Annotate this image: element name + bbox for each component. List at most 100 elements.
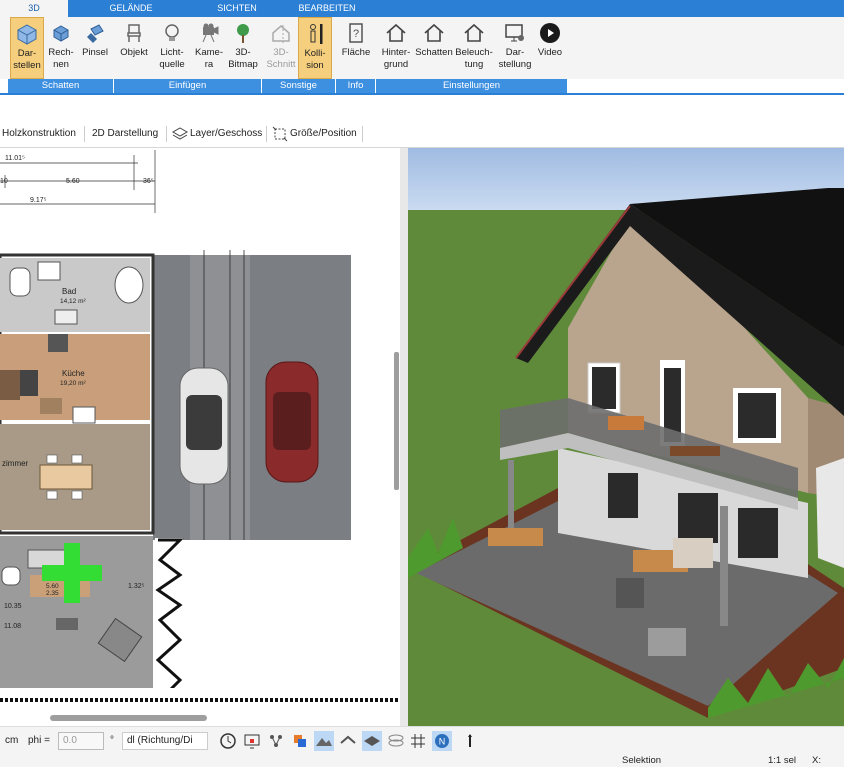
terrain-icon[interactable] [314,731,334,751]
kamera-label: Kame- ra [195,47,223,70]
room-bad-name: Bad [62,287,76,296]
area-info-icon: ? [349,23,363,43]
tab-gelaende[interactable]: GELÄNDE [92,0,170,17]
lightbulb-icon [165,24,179,41]
car-white-topview[interactable] [179,367,229,485]
flaeche-button[interactable]: ? Fläche [338,17,374,79]
stack-icon[interactable] [386,731,406,751]
darstellen-label: Dar- stellen [13,48,41,71]
layer-geschoss-button[interactable]: Layer/Geschoss [190,122,262,146]
view-3d[interactable] [408,148,844,726]
phi-input[interactable]: 0.0 [58,732,104,750]
panel-splitter[interactable] [400,148,408,726]
pinsel-button[interactable]: Pinsel [78,17,112,79]
car-red-topview[interactable] [265,361,319,483]
section-cut-icon [272,25,290,43]
floor-plan-2d-view[interactable]: 11.01⁵ 10 5.60 36⁵ 9.17⁵ Bad 14,12 m² Kü… [0,148,400,713]
roof-icon[interactable] [338,731,358,751]
objekt-label: Objekt [120,47,148,58]
size-position-icon [272,126,288,142]
plan-dimension-7: 10.35 [4,603,22,610]
plan-dimension-1: 11.01⁵ [5,155,25,162]
beleuchtung-button[interactable]: Beleuch- tung [454,17,494,79]
secondary-toolbar: Holzkonstruktion 2D Darstellung Layer/Ge… [0,122,844,146]
plan-dimension-8: 11.08 [4,623,21,630]
phi-label: phi = [28,735,50,746]
video-label: Video [537,47,563,58]
video-button[interactable]: Video [534,17,566,79]
schnitt-button[interactable]: 3D- Schnitt [264,17,298,79]
render-cube-icon [53,25,69,42]
lichtquelle-label: Licht- quelle [159,47,185,70]
flaeche-label: Fläche [341,47,371,58]
clock-icon[interactable] [218,731,238,751]
schnitt-label: 3D- Schnitt [266,47,296,70]
status-scale: 1:1 sel [768,755,796,766]
cube-icon [17,24,37,45]
layers-color-icon[interactable] [290,731,310,751]
tab-bearbeiten[interactable]: BEARBEITEN [290,0,364,17]
plan-vertical-scrollbar[interactable] [394,352,399,490]
lichtquelle-button[interactable]: Licht- quelle [152,17,192,79]
darstellung-2d-button[interactable]: 2D Darstellung [92,122,158,146]
collision-person-icon [310,24,323,44]
grill [616,578,644,608]
house-3d-render[interactable] [408,148,844,726]
plane-icon[interactable] [362,731,382,751]
direction-dropdown[interactable]: dl (Richtung/Di [122,732,208,750]
room-kueche-area: 19,20 m² [60,380,86,387]
network-icon[interactable] [266,731,286,751]
rechnen-label: Rech- nen [48,47,74,70]
kollision-button[interactable]: Kolli- sion [298,17,332,79]
objekt-button[interactable]: Objekt [116,17,152,79]
vertical-axis-icon[interactable] [460,731,480,751]
svg-text:?: ? [353,28,359,40]
group-sonstige: Sonstige [262,79,336,93]
lounge-chair [648,628,686,656]
ribbon-group-row: Schatten Einfügen Sonstige Info Einstell… [0,79,844,93]
toolbar-separator [266,126,267,142]
monitor-icon[interactable] [242,731,262,751]
pinsel-label: Pinsel [82,47,108,58]
plan-dimension-6: 1.32⁵ [128,583,145,590]
house-lighting-icon [464,23,484,42]
plan-dimension-2: 10 [0,178,8,185]
darstellung-label: Dar- stellung [498,47,532,70]
room-kueche-name: Küche [62,369,85,378]
svg-text:N: N [439,737,446,747]
ribbon-tab-bar: 3D GELÄNDE SICHTEN BEARBEITEN [0,0,844,17]
hintergrund-button[interactable]: Hinter- grund [378,17,414,79]
plan-dimension-5: 9.17⁵ [30,197,47,204]
layers-icon [172,127,188,140]
status-selektion: Selektion [622,755,662,766]
kamera-button[interactable]: Kame- ra [192,17,226,79]
tab-sichten[interactable]: SICHTEN [200,0,274,17]
status-bar: Selektion 1:1 sel X: [0,754,844,767]
ribbon: Dar- stellen Rech- nen Pinsel Objekt Lic… [0,17,844,79]
bitmap-button[interactable]: 3D- Bitmap [226,17,260,79]
terrace-dim-1: 5.60 [46,583,59,590]
north-icon[interactable]: N [432,731,452,751]
room-zimmer-name: zimmer [2,459,29,468]
groesse-position-button[interactable]: Größe/Position [290,122,357,146]
floor-plan-canvas[interactable]: 11.01⁵ 10 5.60 36⁵ 9.17⁵ Bad 14,12 m² Kü… [0,148,400,713]
tab-3d[interactable]: 3D [0,0,68,17]
group-info: Info [336,79,376,93]
group-schatten: Schatten [8,79,114,93]
monitor-settings-icon [505,24,524,42]
unit-label: cm [5,735,19,746]
plan-dimension-3: 5.60 [66,178,80,185]
group-einfuegen: Einfügen [114,79,262,93]
schatten-button[interactable]: Schatten [414,17,454,79]
grid-icon[interactable] [408,731,428,751]
group-einstellungen: Einstellungen [376,79,568,93]
holzkonstruktion-button[interactable]: Holzkonstruktion [2,122,76,146]
plan-horizontal-scrollbar[interactable] [50,715,207,721]
rechnen-button[interactable]: Rech- nen [44,17,78,79]
darstellung-button[interactable]: Dar- stellung [496,17,534,79]
bitmap-label: 3D- Bitmap [228,47,258,70]
tree-icon [237,24,249,43]
darstellen-button[interactable]: Dar- stellen [10,17,44,79]
terrace-dim-2: 2.35 [46,590,59,597]
toolbar-separator [166,126,167,142]
